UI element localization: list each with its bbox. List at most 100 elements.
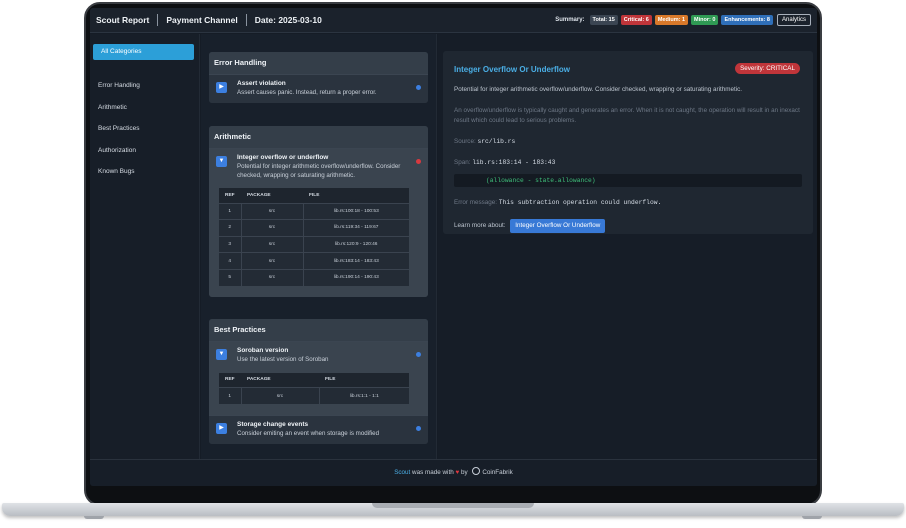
- severity-badge: Severity: CRITICAL: [735, 63, 800, 74]
- cell-package: src: [241, 219, 304, 237]
- cell-file[interactable]: lib.rs:190:14 - 190:43: [303, 268, 409, 286]
- header-divider: [245, 14, 247, 26]
- error-label: Error message:: [454, 199, 498, 206]
- cell-file[interactable]: lib.rs:100:18 - 100:53: [303, 202, 409, 220]
- learn-label: Learn more about:: [454, 222, 506, 229]
- severity-dot-icon: [416, 352, 421, 357]
- header-divider: [157, 14, 159, 26]
- issue-name: Storage change events: [237, 421, 309, 429]
- collapse-icon[interactable]: ▼: [216, 349, 227, 360]
- cell-ref: 1: [219, 202, 242, 220]
- cell-file[interactable]: lib.rs:183:14 - 183:43: [303, 252, 409, 270]
- issue-assert-violation[interactable]: ▶ Assert violation Assert causes panic. …: [209, 74, 428, 103]
- findings-table: REF PACKAGE FILE 1 src lib.rs:1:1 - 1:1: [219, 372, 409, 405]
- table-row[interactable]: 4 src lib.rs:183:14 - 183:43: [219, 252, 409, 270]
- category-card-arithmetic: Arithmetic ▼ Integer overflow or underfl…: [209, 126, 428, 297]
- cell-package: src: [241, 387, 320, 405]
- issue-integer-overflow[interactable]: ▼ Integer overflow or underflow Potentia…: [209, 148, 428, 297]
- learn-more-button[interactable]: Integer Overflow Or Underflow: [510, 219, 606, 233]
- cell-ref: 2: [219, 219, 242, 237]
- app-screen: Scout Report Payment Channel Date: 2025-…: [90, 8, 817, 486]
- laptop-foot-left: [84, 516, 104, 519]
- detail-error-row: Error message: This subtraction operatio…: [454, 198, 802, 208]
- collapse-icon[interactable]: ▼: [216, 156, 227, 167]
- cell-package: src: [241, 202, 304, 220]
- table-header-file: FILE: [319, 372, 409, 388]
- table-row[interactable]: 5 src lib.rs:190:14 - 190:43: [219, 268, 409, 286]
- summary-label: Summary:: [555, 17, 585, 23]
- issue-description: Potential for integer arithmetic overflo…: [237, 163, 401, 179]
- severity-dot-icon: [416, 85, 421, 90]
- footer: Scout was made with ♥ by CoinFabrik: [90, 459, 817, 486]
- report-date: Date: 2025-03-10: [254, 15, 322, 25]
- detail-span-row: Span: lib.rs:183:14 - 183:43: [454, 158, 802, 168]
- category-title: Error Handling: [209, 52, 428, 74]
- sidebar-item-best-practices[interactable]: Best Practices: [90, 122, 200, 136]
- cell-file[interactable]: lib.rs:119:34 - 119:67: [303, 219, 409, 237]
- issue-detail-card: Integer Overflow Or Underflow Severity: …: [443, 51, 813, 234]
- expand-icon[interactable]: ▶: [216, 423, 227, 435]
- issue-name: Assert violation: [237, 80, 286, 87]
- span-label: Span:: [454, 159, 471, 166]
- detail-pane: Integer Overflow Or Underflow Severity: …: [438, 34, 817, 459]
- table-row[interactable]: 2 src lib.rs:119:34 - 119:67: [219, 219, 409, 237]
- issue-description: Use the latest version of Soroban: [237, 356, 329, 363]
- footer-text: by: [460, 469, 468, 476]
- analytics-button[interactable]: Analytics: [776, 14, 811, 26]
- laptop-notch: [372, 503, 534, 508]
- minor-badge[interactable]: Minor: 0: [691, 15, 719, 25]
- table-header-ref: REF: [219, 372, 241, 388]
- table-row[interactable]: 1 src lib.rs:100:18 - 100:53: [219, 202, 409, 220]
- cell-package: src: [241, 252, 304, 270]
- total-badge[interactable]: Total: 15: [589, 15, 618, 25]
- category-title: Arithmetic: [209, 126, 428, 148]
- sidebar: All Categories Error Handling Arithmetic…: [90, 34, 200, 459]
- table-header-package: PACKAGE: [241, 372, 319, 388]
- footer-brand-link[interactable]: Scout: [394, 469, 410, 476]
- issue-description: Assert causes panic. Instead, return a p…: [237, 89, 377, 96]
- findings-table: REF PACKAGE FILE 1 src lib.rs:100:18 - 100…: [219, 188, 409, 286]
- heart-icon: ♥: [455, 469, 460, 476]
- table-header-package: PACKAGE: [241, 188, 303, 203]
- top-header: Scout Report Payment Channel Date: 2025-…: [90, 8, 817, 33]
- table-row[interactable]: 3 src lib.rs:120:9 - 120:46: [219, 235, 409, 253]
- project-name: Payment Channel: [166, 15, 238, 25]
- laptop-foot-right: [802, 516, 822, 519]
- footer-company[interactable]: CoinFabrik: [482, 469, 512, 476]
- issue-soroban-version[interactable]: ▼ Soroban version Use the latest version…: [209, 341, 428, 416]
- sidebar-item-error-handling[interactable]: Error Handling: [90, 79, 200, 93]
- sidebar-item-known-bugs[interactable]: Known Bugs: [90, 165, 200, 179]
- error-value: This subtraction operation could underfl…: [498, 199, 662, 206]
- span-value: lib.rs:183:14 - 183:43: [472, 159, 556, 166]
- cell-ref: 4: [219, 252, 242, 270]
- issue-storage-change-events[interactable]: ▶ Storage change events Consider emiting…: [209, 415, 428, 444]
- source-label: Source:: [454, 138, 476, 145]
- source-value: src/lib.rs: [477, 138, 516, 145]
- sidebar-item-all-categories[interactable]: All Categories: [93, 44, 194, 60]
- detail-learn-row: Learn more about: Integer Overflow Or Un…: [454, 219, 802, 233]
- detail-summary: Potential for integer arithmetic overflo…: [454, 86, 743, 93]
- coinfabrik-logo-icon: [472, 467, 481, 475]
- cell-ref: 3: [219, 235, 242, 253]
- table-row[interactable]: 1 src lib.rs:1:1 - 1:1: [219, 387, 409, 405]
- sidebar-item-arithmetic[interactable]: Arithmetic: [90, 101, 200, 115]
- detail-source-row: Source: src/lib.rs: [454, 137, 802, 147]
- category-card-error-handling: Error Handling ▶ Assert violation Assert…: [209, 52, 428, 103]
- expand-icon[interactable]: ▶: [216, 82, 227, 93]
- cell-file[interactable]: lib.rs:120:9 - 120:46: [303, 235, 409, 253]
- severity-dot-icon: [416, 159, 421, 164]
- cell-ref: 1: [219, 387, 242, 405]
- medium-badge[interactable]: Medium: 1: [654, 15, 689, 25]
- issues-column: Error Handling ▶ Assert violation Assert…: [201, 34, 437, 459]
- cell-file[interactable]: lib.rs:1:1 - 1:1: [319, 387, 409, 405]
- table-header-file: FILE: [303, 188, 409, 203]
- sidebar-item-authorization[interactable]: Authorization: [90, 144, 200, 158]
- category-card-best-practices: Best Practices ▼ Soroban version Use the…: [209, 319, 428, 444]
- sidebar-list: Error Handling Arithmetic Best Practices…: [90, 79, 200, 187]
- app-title: Scout Report: [96, 15, 150, 25]
- cell-ref: 5: [219, 268, 242, 286]
- enhancements-badge[interactable]: Enhancements: 8: [721, 15, 773, 25]
- issue-description: Consider emiting an event when storage i…: [237, 430, 380, 438]
- critical-badge[interactable]: Critical: 6: [620, 15, 652, 25]
- cell-package: src: [241, 268, 304, 286]
